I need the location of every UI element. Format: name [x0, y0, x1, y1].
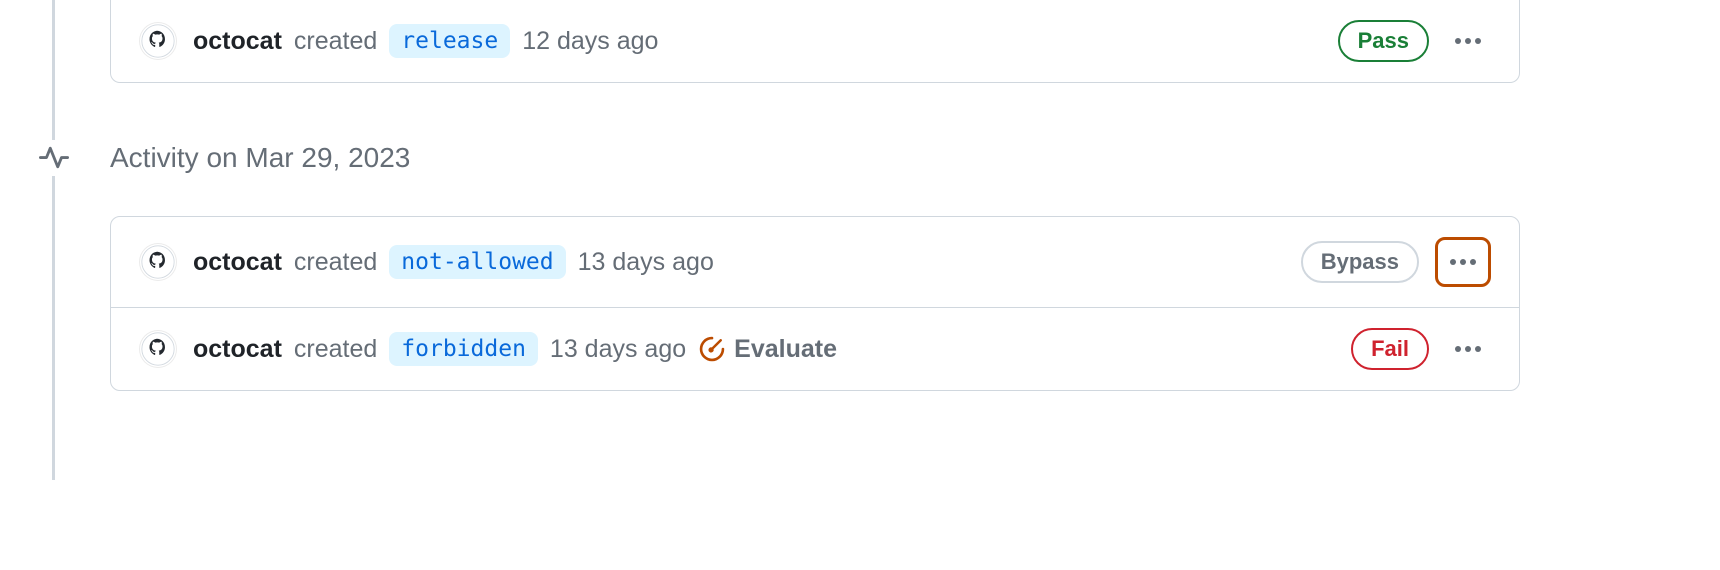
timestamp: 12 days ago — [522, 27, 658, 56]
branch-badge[interactable]: not-allowed — [389, 245, 565, 279]
kebab-icon — [1453, 37, 1483, 45]
activity-actions: Fail — [1351, 328, 1491, 370]
action-text: created — [294, 27, 377, 56]
gauge-icon — [698, 335, 726, 363]
activity-row: octocat created not-allowed 13 days ago … — [111, 217, 1519, 307]
octocat-avatar-icon — [141, 245, 175, 279]
kebab-menu-button[interactable] — [1435, 237, 1491, 287]
activity-actions: Pass — [1338, 20, 1491, 62]
activity-row: octocat created release 12 days ago Pass — [111, 0, 1519, 82]
username-link[interactable]: octocat — [193, 248, 282, 277]
branch-badge[interactable]: release — [389, 24, 510, 58]
activity-date-header: Activity on Mar 29, 2023 — [110, 142, 410, 174]
timeline-line — [52, 0, 55, 480]
activity-content: octocat created release 12 days ago — [193, 24, 1322, 58]
timestamp: 13 days ago — [578, 248, 714, 277]
kebab-icon — [1448, 258, 1478, 266]
evaluate-label: Evaluate — [734, 335, 837, 364]
status-badge-pass: Pass — [1338, 20, 1429, 62]
activity-actions: Bypass — [1301, 237, 1491, 287]
kebab-menu-button[interactable] — [1445, 330, 1491, 368]
kebab-icon — [1453, 345, 1483, 353]
status-badge-fail: Fail — [1351, 328, 1429, 370]
action-text: created — [294, 335, 377, 364]
branch-badge[interactable]: forbidden — [389, 332, 538, 366]
activity-content: octocat created not-allowed 13 days ago — [193, 245, 1285, 279]
avatar[interactable] — [139, 330, 177, 368]
action-text: created — [294, 248, 377, 277]
activity-group: octocat created not-allowed 13 days ago … — [110, 216, 1520, 391]
activity-row: octocat created forbidden 13 days ago Ev… — [111, 307, 1519, 390]
octocat-avatar-icon — [141, 24, 175, 58]
octocat-avatar-icon — [141, 332, 175, 366]
status-badge-bypass: Bypass — [1301, 241, 1419, 283]
activity-group: octocat created release 12 days ago Pass — [110, 0, 1520, 83]
username-link[interactable]: octocat — [193, 27, 282, 56]
activity-content: octocat created forbidden 13 days ago Ev… — [193, 332, 1335, 366]
username-link[interactable]: octocat — [193, 335, 282, 364]
timestamp: 13 days ago — [550, 335, 686, 364]
avatar[interactable] — [139, 22, 177, 60]
evaluate-indicator: Evaluate — [698, 335, 837, 364]
kebab-menu-button[interactable] — [1445, 22, 1491, 60]
avatar[interactable] — [139, 243, 177, 281]
pulse-icon — [36, 140, 72, 176]
